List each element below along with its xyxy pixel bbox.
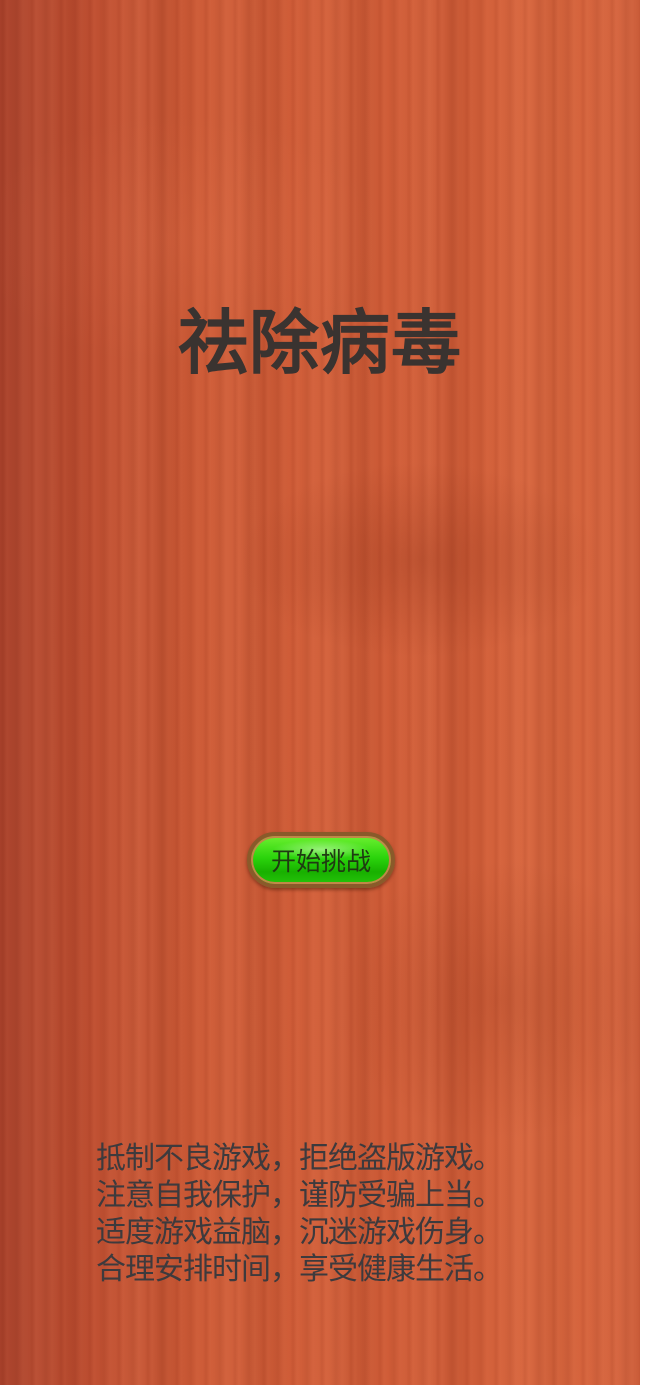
- start-challenge-button[interactable]: 开始挑战: [247, 832, 395, 888]
- notice-line: 合理安排时间，享受健康生活。: [96, 1252, 503, 1287]
- notice-line: 注意自我保护，谨防受骗上当。: [96, 1178, 503, 1213]
- health-gaming-notice: 抵制不良游戏，拒绝盗版游戏。 注意自我保护，谨防受骗上当。 适度游戏益脑，沉迷游…: [96, 1140, 576, 1288]
- game-start-screen: 祛除病毒 开始挑战 抵制不良游戏，拒绝盗版游戏。 注意自我保护，谨防受骗上当。 …: [0, 0, 640, 1385]
- game-title: 祛除病毒: [178, 302, 462, 384]
- notice-line: 抵制不良游戏，拒绝盗版游戏。: [96, 1141, 503, 1176]
- notice-line: 适度游戏益脑，沉迷游戏伤身。: [96, 1215, 503, 1250]
- start-challenge-button-label: 开始挑战: [270, 847, 371, 876]
